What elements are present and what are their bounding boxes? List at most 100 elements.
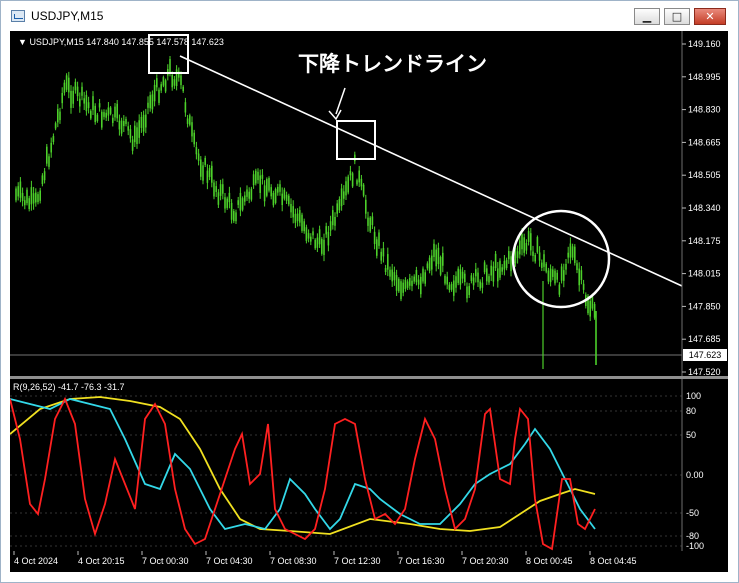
candle-body — [310, 236, 312, 242]
candle-body — [28, 198, 30, 210]
price-label: 147.520 — [688, 367, 721, 376]
candle-body — [380, 251, 382, 261]
indicator-panel[interactable]: 100 80 50 0.00 -50 -80 -100 R(9,26,52) -41.7 -… — [9, 379, 728, 551]
candle-body — [329, 221, 332, 231]
candle-body — [268, 178, 270, 191]
candle-body — [547, 270, 550, 282]
indicator-level-label: 0.00 — [686, 470, 704, 480]
candle-body — [217, 192, 220, 205]
candle-body — [15, 188, 17, 201]
candle-body — [448, 284, 451, 291]
close-button[interactable]: ✕ — [694, 8, 726, 25]
candle-body — [338, 199, 341, 211]
candle-body — [499, 260, 501, 278]
candle-body — [362, 184, 365, 196]
candle-body — [376, 239, 378, 256]
candle-body — [442, 252, 444, 266]
candle-body — [314, 239, 316, 249]
candle-body — [321, 239, 323, 254]
candle-body — [503, 260, 506, 270]
candle-body — [332, 210, 334, 226]
candle-body — [307, 233, 310, 239]
candle-body — [483, 262, 486, 273]
candle-body — [426, 263, 429, 269]
candle-body — [134, 125, 136, 143]
candle-body — [492, 266, 495, 282]
candle-body — [450, 283, 453, 290]
candle-body — [358, 170, 360, 183]
candle-body — [68, 77, 70, 93]
candle-body — [211, 165, 213, 183]
candle-body — [112, 117, 114, 123]
candle-body — [222, 184, 224, 194]
candle-body — [127, 126, 129, 131]
candle-body — [470, 275, 473, 281]
candle-body — [182, 86, 184, 92]
candle-body — [125, 119, 127, 124]
candle-body — [560, 266, 563, 281]
candle-body — [472, 277, 475, 286]
candle-body — [580, 270, 583, 281]
candle-body — [136, 127, 138, 144]
candle-body — [312, 231, 314, 236]
candle-body — [76, 86, 79, 97]
candle-body — [120, 120, 123, 134]
time-label: 7 Oct 12:30 — [334, 556, 381, 566]
candle-body — [226, 198, 228, 208]
candle-body — [292, 206, 294, 218]
candle-body — [21, 192, 24, 201]
candle-body — [237, 200, 239, 205]
time-label: 7 Oct 20:30 — [462, 556, 509, 566]
candle-body — [248, 191, 250, 199]
candle-body — [118, 120, 121, 130]
time-label: 7 Oct 04:30 — [206, 556, 253, 566]
time-label: 7 Oct 08:30 — [270, 556, 317, 566]
candle-body — [334, 216, 336, 226]
candle-body — [35, 192, 37, 203]
candle-body — [444, 275, 446, 284]
candle-body — [105, 112, 107, 118]
triangle-down-icon[interactable]: ▼ — [18, 37, 27, 47]
candle-body — [294, 213, 297, 223]
price-label: 148.340 — [688, 203, 721, 213]
candle-body — [378, 232, 380, 246]
candle-body — [145, 114, 147, 128]
candles — [15, 55, 597, 369]
price-label: 148.505 — [688, 170, 721, 180]
window-title: USDJPY,M15 — [31, 9, 104, 23]
candle-body — [433, 243, 435, 257]
candle-body — [400, 281, 402, 300]
candle-body — [17, 186, 19, 197]
candle-body — [149, 95, 151, 109]
minimize-button[interactable]: ▁ — [634, 8, 660, 25]
title-bar[interactable]: USDJPY,M15 ▁ □ ✕ — [1, 1, 738, 31]
candle-body — [536, 237, 539, 253]
candle-body — [65, 75, 68, 90]
candle-body — [578, 268, 580, 286]
candle-body — [252, 174, 255, 186]
price-chart-panel[interactable]: 149.160 148.995 148.830 148.665 148.505 148.3… — [10, 31, 728, 377]
candle-body — [61, 92, 63, 104]
candle-body — [387, 254, 389, 270]
indicator-axis: 100 80 50 0.00 -50 -80-100 — [686, 391, 704, 551]
time-label: 4 Oct 2024 — [14, 556, 58, 566]
candle-body — [488, 276, 490, 283]
candle-body — [356, 180, 358, 185]
candle-body — [558, 284, 561, 295]
candle-body — [439, 257, 442, 275]
candle-body — [272, 192, 275, 206]
candle-body — [554, 270, 556, 284]
candle-body — [299, 210, 301, 223]
candle-body — [32, 193, 35, 204]
candle-body — [59, 111, 61, 121]
candle-body — [402, 282, 404, 293]
candle-body — [574, 246, 576, 263]
time-axis: 4 Oct 2024 4 Oct 20:15 7 Oct 00:30 7 Oct 04… — [10, 551, 728, 572]
candle-body — [24, 200, 26, 206]
maximize-button[interactable]: □ — [664, 8, 690, 25]
candle-body — [283, 189, 286, 199]
candle-body — [175, 69, 178, 87]
candle-body — [477, 272, 479, 283]
candle-body — [164, 80, 167, 92]
breakout-circle — [511, 209, 611, 309]
